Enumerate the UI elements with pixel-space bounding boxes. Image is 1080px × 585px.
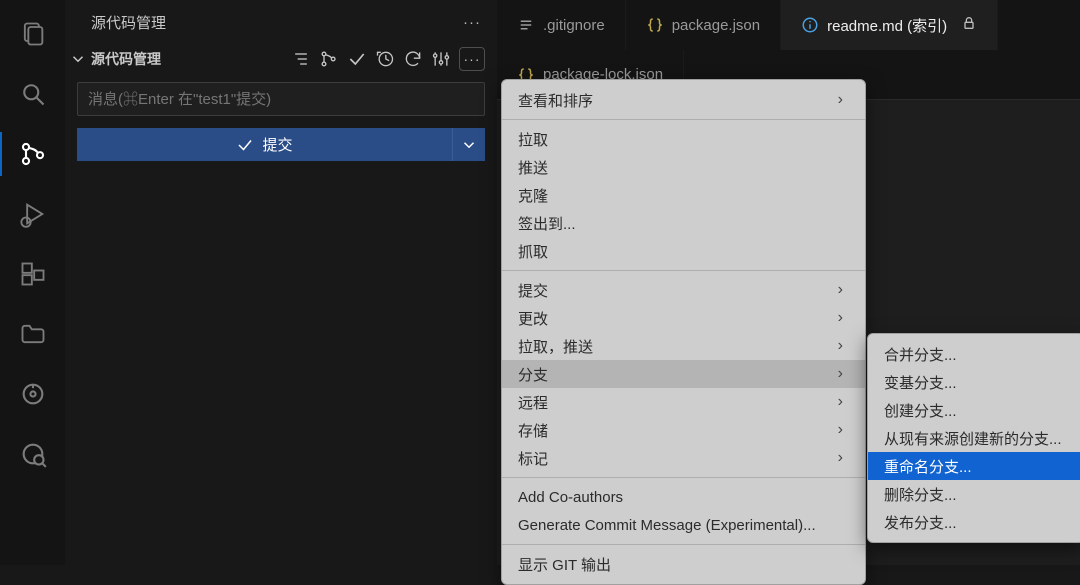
menu-item-label: 提交 <box>518 280 548 301</box>
activity-scm-icon[interactable] <box>17 138 49 170</box>
activity-timeline-icon[interactable] <box>17 378 49 410</box>
submenu-item[interactable]: 合并分支... <box>868 340 1080 368</box>
menu-item[interactable]: 显示 GIT 输出 <box>502 550 865 578</box>
lock-icon <box>961 15 977 35</box>
menu-item-label: Generate Commit Message (Experimental)..… <box>518 517 816 534</box>
commit-dropdown-button[interactable] <box>453 128 485 161</box>
menu-item-label: 分支 <box>518 364 548 385</box>
menu-separator <box>502 477 865 478</box>
menu-item[interactable]: 签出到... <box>502 209 865 237</box>
activity-run-icon[interactable] <box>17 198 49 230</box>
menu-item[interactable]: 远程 › <box>502 388 865 416</box>
menu-item-label: 存储 <box>518 420 548 441</box>
activity-explorer-icon[interactable] <box>17 18 49 50</box>
menu-item-label: 克隆 <box>518 185 548 206</box>
file-icon <box>646 16 664 34</box>
submenu-item[interactable]: 从现有来源创建新的分支... <box>868 424 1080 452</box>
chevron-right-icon: › <box>838 309 843 327</box>
check-icon[interactable] <box>347 49 367 69</box>
history-icon[interactable] <box>375 49 395 69</box>
menu-item-label: 标记 <box>518 448 548 469</box>
submenu-item-label: 从现有来源创建新的分支... <box>884 428 1062 449</box>
menu-item[interactable]: 提交 › <box>502 276 865 304</box>
menu-item[interactable]: 分支 › <box>502 360 865 388</box>
tab-label: .gitignore <box>543 17 605 34</box>
activity-extensions-icon[interactable] <box>17 258 49 290</box>
activity-remote-icon[interactable] <box>17 438 49 470</box>
chevron-right-icon: › <box>838 393 843 411</box>
chevron-right-icon: › <box>838 365 843 383</box>
chevron-right-icon: › <box>838 337 843 355</box>
editor-tab[interactable]: readme.md (索引) <box>781 0 998 50</box>
submenu-item-label: 变基分支... <box>884 372 957 393</box>
commit-message-input[interactable] <box>77 82 485 116</box>
submenu-item[interactable]: 重命名分支... <box>868 452 1080 480</box>
scm-section-header[interactable]: 源代码管理 ··· <box>65 44 497 74</box>
commit-button[interactable]: 提交 <box>77 128 453 161</box>
menu-item[interactable]: 克隆 <box>502 181 865 209</box>
menu-item-label: 签出到... <box>518 213 576 234</box>
menu-item[interactable]: 标记 › <box>502 444 865 472</box>
menu-item[interactable]: 存储 › <box>502 416 865 444</box>
chevron-down-icon <box>460 136 478 154</box>
refresh-icon[interactable] <box>403 49 423 69</box>
settings-sliders-icon[interactable] <box>431 49 451 69</box>
chevron-right-icon: › <box>838 449 843 467</box>
activity-bar <box>0 0 65 565</box>
menu-item-label: 拉取 <box>518 129 548 150</box>
menu-item-label: 显示 GIT 输出 <box>518 554 611 575</box>
activity-folder-icon[interactable] <box>17 318 49 350</box>
tree-view-icon[interactable] <box>291 49 311 69</box>
sidebar-title: 源代码管理 <box>91 12 166 33</box>
branch-graph-icon[interactable] <box>319 49 339 69</box>
submenu-item-label: 合并分支... <box>884 344 957 365</box>
submenu-item-label: 重命名分支... <box>884 456 972 477</box>
menu-item[interactable]: 推送 <box>502 153 865 181</box>
submenu-item[interactable]: 删除分支... <box>868 480 1080 508</box>
submenu-item-label: 发布分支... <box>884 512 957 533</box>
scm-section-label: 源代码管理 <box>91 49 287 69</box>
menu-item[interactable]: 拉取，推送 › <box>502 332 865 360</box>
menu-item-label: 查看和排序 <box>518 90 593 111</box>
menu-item-label: 更改 <box>518 308 548 329</box>
menu-item-label: Add Co-authors <box>518 489 623 506</box>
chevron-down-icon <box>69 50 87 68</box>
tab-label: readme.md (索引) <box>827 15 947 36</box>
tab-label: package.json <box>672 17 760 34</box>
check-icon <box>236 136 254 154</box>
menu-item-label: 抓取 <box>518 241 548 262</box>
menu-separator <box>502 270 865 271</box>
chevron-right-icon: › <box>838 421 843 439</box>
branch-submenu: 合并分支... 变基分支... 创建分支... 从现有来源创建新的分支... 重命名分支… <box>867 333 1080 543</box>
chevron-right-icon: › <box>838 281 843 299</box>
editor-tab[interactable]: .gitignore <box>497 0 626 50</box>
file-icon <box>517 16 535 34</box>
scm-sidebar: 源代码管理 ··· 源代码管理 ··· 提交 <box>65 0 497 565</box>
menu-separator <box>502 544 865 545</box>
menu-item[interactable]: 更改 › <box>502 304 865 332</box>
menu-item-label: 拉取，推送 <box>518 336 593 357</box>
submenu-item-label: 删除分支... <box>884 484 957 505</box>
menu-separator <box>502 119 865 120</box>
editor-tab-row-1: .gitignore package.json readme.md (索引) <box>497 0 1080 50</box>
menu-item[interactable]: 抓取 <box>502 237 865 265</box>
editor-tab[interactable]: package.json <box>626 0 781 50</box>
submenu-item[interactable]: 创建分支... <box>868 396 1080 424</box>
submenu-item[interactable]: 发布分支... <box>868 508 1080 536</box>
scm-context-menu: 查看和排序›拉取推送克隆签出到...抓取提交›更改›拉取，推送›分支›远程›存储… <box>501 79 866 585</box>
activity-search-icon[interactable] <box>17 78 49 110</box>
menu-item[interactable]: Add Co-authors <box>502 483 865 511</box>
chevron-right-icon: › <box>838 91 843 109</box>
scm-more-button[interactable]: ··· <box>459 47 485 71</box>
menu-item-label: 推送 <box>518 157 548 178</box>
file-icon <box>801 16 819 34</box>
sidebar-more-icon[interactable]: ··· <box>463 14 481 31</box>
submenu-item[interactable]: 变基分支... <box>868 368 1080 396</box>
menu-item[interactable]: 查看和排序 › <box>502 86 865 114</box>
menu-item[interactable]: 拉取 <box>502 125 865 153</box>
menu-item[interactable]: Generate Commit Message (Experimental)..… <box>502 511 865 539</box>
submenu-item-label: 创建分支... <box>884 400 957 421</box>
menu-item-label: 远程 <box>518 392 548 413</box>
